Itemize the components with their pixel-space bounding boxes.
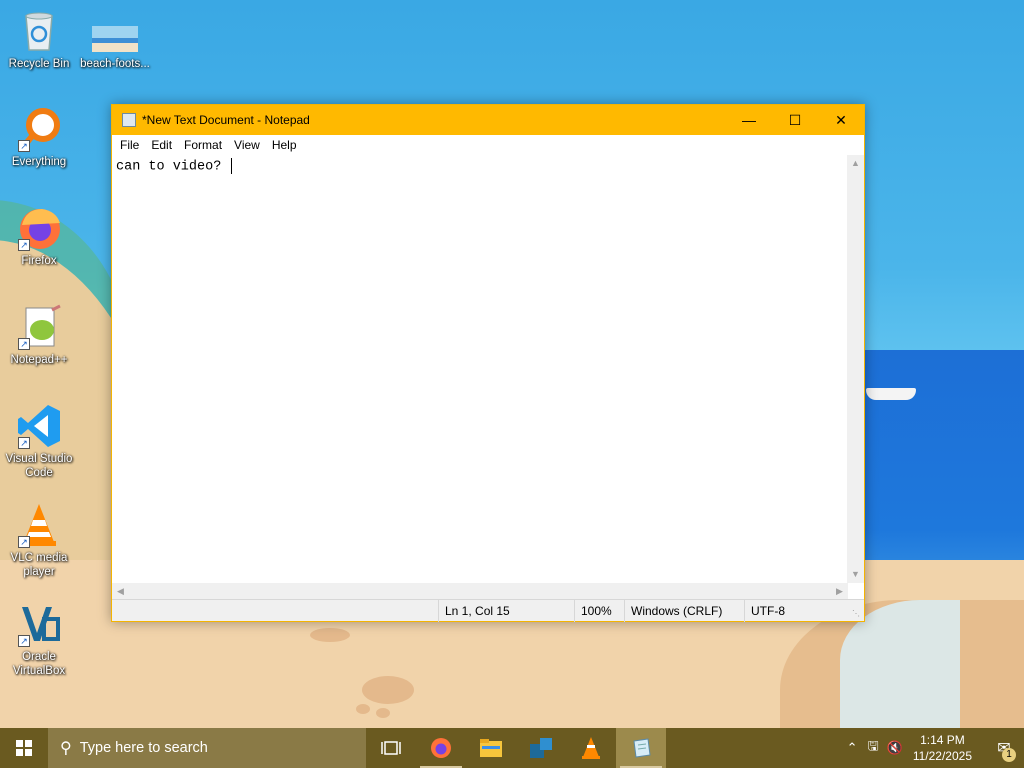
- shortcut-arrow-icon: ↗: [18, 437, 30, 449]
- desktop-icon-vlc[interactable]: ↗ VLC media player: [2, 502, 76, 579]
- window-title: *New Text Document - Notepad: [142, 113, 310, 127]
- desktop-icon-label: Firefox: [21, 255, 57, 267]
- editor-content: can to video?: [116, 159, 230, 175]
- maximize-button[interactable]: ☐: [772, 105, 818, 135]
- taskbar-firefox[interactable]: [416, 728, 466, 768]
- search-placeholder: Type here to search: [79, 740, 208, 756]
- status-bar: Ln 1, Col 15 100% Windows (CRLF) UTF-8 ⋱: [112, 599, 864, 622]
- desktop-icon-label: Oracle VirtualBox: [12, 651, 66, 677]
- desktop-icon-label: VLC media player: [10, 552, 68, 578]
- virtualbox-icon: ↗: [16, 601, 62, 647]
- image-file-icon: [92, 8, 138, 54]
- shortcut-arrow-icon: ↗: [18, 635, 30, 647]
- clock[interactable]: 1:14 PM 11/22/2025: [913, 732, 972, 764]
- task-view-button[interactable]: [366, 728, 416, 768]
- desktop-icon-label: Recycle Bin: [8, 58, 70, 70]
- taskbar-vlc[interactable]: [566, 728, 616, 768]
- action-center-button[interactable]: ✉ 1: [984, 728, 1024, 768]
- menu-view[interactable]: View: [228, 138, 266, 152]
- virtualbox-icon: [530, 738, 552, 758]
- menu-format[interactable]: Format: [178, 138, 228, 152]
- system-tray: ⌃ 🖫 🔇 1:14 PM 11/22/2025 ✉ 1: [847, 728, 1024, 768]
- taskbar-virtualbox[interactable]: [516, 728, 566, 768]
- text-editor[interactable]: can to video?: [112, 155, 848, 583]
- text-caret: [231, 158, 233, 174]
- volume-muted-icon[interactable]: 🔇: [887, 740, 903, 756]
- shortcut-arrow-icon: ↗: [18, 140, 30, 152]
- desktop-icon-label: Visual Studio Code: [5, 453, 73, 479]
- taskbar-file-explorer[interactable]: [466, 728, 516, 768]
- vlc-icon: ↗: [16, 502, 62, 548]
- vlc-icon: [582, 737, 600, 759]
- scroll-right-icon[interactable]: ▶: [831, 583, 848, 600]
- firefox-icon: ↗: [16, 205, 62, 251]
- notepad-icon: [633, 738, 651, 758]
- title-bar[interactable]: *New Text Document - Notepad — ☐ ✕: [112, 105, 864, 135]
- recycle-bin-icon: [16, 8, 62, 54]
- close-button[interactable]: ✕: [818, 105, 864, 135]
- desktop-icon-notepad-plus-plus[interactable]: ↗ Notepad++: [2, 304, 76, 367]
- start-button[interactable]: [0, 728, 48, 768]
- menu-edit[interactable]: Edit: [145, 138, 178, 152]
- notepad-window[interactable]: *New Text Document - Notepad — ☐ ✕ File …: [111, 104, 865, 622]
- status-encoding: UTF-8: [744, 600, 844, 622]
- scroll-left-icon[interactable]: ◀: [112, 583, 129, 600]
- menu-help[interactable]: Help: [266, 138, 303, 152]
- shortcut-arrow-icon: ↗: [18, 536, 30, 548]
- notepad-plus-plus-icon: ↗: [16, 304, 62, 350]
- network-icon[interactable]: 🖫: [868, 737, 879, 759]
- menu-file[interactable]: File: [114, 138, 145, 152]
- resize-grip-icon[interactable]: ⋱: [852, 609, 862, 619]
- clock-date: 11/22/2025: [912, 749, 972, 763]
- status-line-ending: Windows (CRLF): [624, 600, 744, 622]
- desktop-icon-label: Notepad++: [10, 354, 68, 366]
- firefox-icon: [431, 738, 451, 758]
- horizontal-scrollbar[interactable]: ◀ ▶: [112, 583, 848, 600]
- taskbar-search-box[interactable]: ⚲ Type here to search: [48, 728, 366, 768]
- wallpaper-footprint: [356, 704, 370, 714]
- desktop-icon-beach-image[interactable]: beach-foots...: [78, 8, 152, 71]
- desktop-icon-everything[interactable]: ↗ Everything: [2, 106, 76, 169]
- menu-bar: File Edit Format View Help: [112, 135, 864, 155]
- vertical-scrollbar[interactable]: ▲ ▼: [847, 155, 864, 583]
- task-view-icon: [381, 741, 401, 755]
- wallpaper-footprint: [376, 708, 390, 718]
- wallpaper-footprint: [362, 676, 414, 704]
- wallpaper-boat: [866, 388, 916, 400]
- search-icon: ⚲: [60, 740, 72, 757]
- wallpaper-footprint: [310, 628, 350, 642]
- status-cursor-position: Ln 1, Col 15: [438, 600, 574, 622]
- taskbar-notepad[interactable]: [616, 728, 666, 768]
- desktop-icon-vscode[interactable]: ↗ Visual Studio Code: [2, 403, 76, 480]
- minimize-button[interactable]: —: [726, 105, 772, 135]
- scroll-up-icon[interactable]: ▲: [847, 155, 864, 172]
- everything-search-icon: ↗: [16, 106, 62, 152]
- desktop-icon-label: Everything: [11, 156, 67, 168]
- desktop-icon-virtualbox[interactable]: ↗ Oracle VirtualBox: [2, 601, 76, 678]
- vscode-icon: ↗: [16, 403, 62, 449]
- status-zoom: 100%: [574, 600, 624, 622]
- windows-logo-icon: [16, 740, 32, 756]
- file-explorer-icon: [480, 739, 502, 757]
- shortcut-arrow-icon: ↗: [18, 239, 30, 251]
- chevron-up-icon[interactable]: ⌃: [847, 740, 858, 756]
- desktop-icon-recycle-bin[interactable]: Recycle Bin: [2, 8, 76, 71]
- desktop-icon-firefox[interactable]: ↗ Firefox: [2, 205, 76, 268]
- scroll-down-icon[interactable]: ▼: [847, 566, 864, 583]
- shortcut-arrow-icon: ↗: [18, 338, 30, 350]
- desktop-icon-label: beach-foots...: [80, 58, 150, 70]
- clock-time: 1:14 PM: [920, 733, 965, 747]
- notepad-icon: [122, 113, 136, 127]
- notification-badge: 1: [1002, 748, 1016, 762]
- taskbar: ⚲ Type here to search ⌃ 🖫 🔇 1:14 PM 11/2…: [0, 728, 1024, 768]
